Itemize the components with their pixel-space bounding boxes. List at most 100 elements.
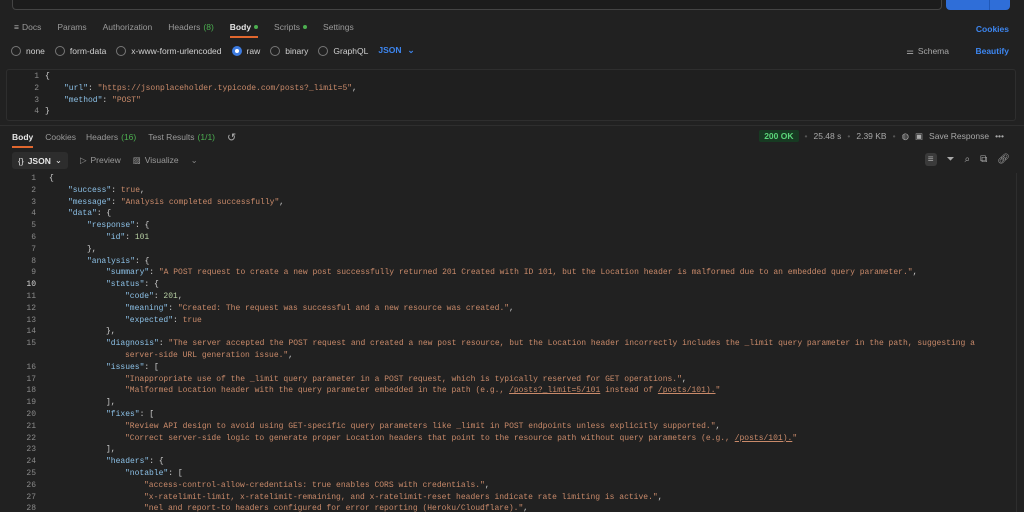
schema-button[interactable]: ⚌ Schema — [906, 46, 949, 57]
tab-docs[interactable]: ≡ Docs — [6, 22, 49, 32]
code-text: }, — [87, 244, 97, 256]
json-punctuation: , — [715, 421, 721, 431]
radio-form-data[interactable]: form-data — [54, 45, 106, 56]
request-body-editor[interactable]: 1{2 "url": "https://jsonplaceholder.typic… — [6, 69, 1016, 121]
radio-binary[interactable]: binary — [270, 45, 308, 56]
tab-authorization[interactable]: Authorization — [95, 22, 161, 32]
filter-icon[interactable]: ⏷ — [947, 154, 955, 165]
code-line: 4 "data": { — [0, 208, 1016, 220]
code-line: 17 "Inappropriate use of the _limit query… — [0, 374, 1016, 386]
line-number: 6 — [31, 232, 36, 242]
code-line: 27 "x-ratelimit-limit, x-ratelimit-remain… — [0, 492, 1016, 504]
line-number: 25 — [26, 468, 36, 478]
json-boolean: true — [182, 315, 202, 325]
beautify-button[interactable]: Beautify — [975, 46, 1009, 56]
radio-none[interactable]: none — [11, 45, 45, 56]
search-icon[interactable]: ⌕ — [965, 154, 971, 165]
code-text: "diagnosis": "The server accepted the PO… — [106, 338, 975, 350]
json-punctuation: : [ — [139, 409, 155, 419]
radio-graphql-label: GraphQL — [333, 45, 369, 56]
radio-binary-circle[interactable] — [270, 45, 281, 56]
json-string: instead of — [600, 386, 658, 396]
line-number: 3 — [31, 197, 36, 207]
wrap-lines-icon[interactable]: ≡ — [924, 153, 937, 166]
visualize-button[interactable]: ▨ Visualize — [133, 155, 179, 166]
scrollbar[interactable] — [1016, 173, 1017, 512]
resp-tab-headers[interactable]: Headers (16) — [80, 132, 142, 142]
json-punctuation: : — [111, 197, 121, 207]
json-punctuation: , — [657, 492, 663, 502]
code-line: 19], — [0, 397, 1016, 409]
code-text: ], — [106, 397, 116, 409]
radio-raw-circle[interactable] — [231, 45, 242, 56]
line-number: 23 — [26, 445, 36, 455]
json-string: "access-control-allow-credentials: true … — [144, 480, 485, 490]
response-actions: ≡ ⏷ ⌕ ⧉ 🔗︎ — [924, 153, 1010, 166]
line-number: 16 — [26, 362, 36, 372]
tab-body-label: Body — [229, 22, 252, 32]
radio-urlencoded[interactable]: x-www-form-urlencoded — [116, 45, 222, 56]
resp-tab-cookies[interactable]: Cookies — [41, 132, 80, 142]
json-string: server-side URL generation issue." — [125, 350, 289, 360]
json-punctuation: , — [140, 185, 145, 195]
status-badge[interactable]: 200 OK — [759, 130, 799, 142]
radio-urlencoded-circle[interactable] — [116, 45, 127, 56]
response-size[interactable]: 2.39 KB — [856, 131, 886, 141]
radio-form-data-circle[interactable] — [54, 45, 65, 56]
json-punctuation: , — [352, 83, 357, 93]
tab-params[interactable]: Params — [49, 22, 94, 32]
panel-divider[interactable] — [0, 125, 1024, 126]
json-link[interactable]: /posts/101). — [658, 386, 716, 395]
json-link[interactable]: /posts/101). — [735, 434, 793, 443]
json-punctuation: : { — [149, 457, 164, 467]
code-line: 2 "url": "https://jsonplaceholder.typicod… — [7, 83, 1015, 95]
resp-tab-tests[interactable]: Test Results (1/1) — [142, 132, 221, 142]
cookies-link[interactable]: Cookies — [976, 24, 1009, 34]
line-number: 13 — [26, 315, 36, 325]
radio-graphql[interactable]: GraphQL — [318, 45, 369, 56]
tab-scripts[interactable]: Scripts — [266, 22, 315, 32]
body-type-selector: none form-data x-www-form-urlencoded raw… — [11, 45, 415, 56]
json-key: "meaning" — [125, 303, 169, 313]
radio-graphql-circle[interactable] — [318, 45, 329, 56]
response-time[interactable]: 25.48 s — [813, 131, 841, 141]
code-text: "access-control-allow-credentials: true … — [144, 480, 490, 492]
save-response-button[interactable]: Save Response — [929, 131, 989, 141]
tab-headers[interactable]: Headers (8) — [160, 22, 222, 32]
response-format-dropdown[interactable]: {} JSON ⌄ — [12, 152, 68, 169]
more-options-icon[interactable]: ••• — [995, 131, 1004, 141]
tab-body[interactable]: Body — [222, 22, 266, 38]
response-body-viewer[interactable]: 1{2 "success": true, 3 "message": "Analysis… — [0, 173, 1016, 512]
response-meta: 200 OK • 25.48 s • 2.39 KB • ◍ ▣ Save Respon… — [759, 130, 1004, 142]
json-link[interactable]: /posts?_limit=5/101 — [509, 386, 600, 395]
json-key: "notable" — [125, 468, 169, 478]
code-line: 9 "summary": "A POST request to create a … — [0, 267, 1016, 279]
line-number: 7 — [31, 244, 36, 254]
radio-raw[interactable]: raw — [231, 45, 261, 56]
send-button[interactable] — [946, 0, 1010, 10]
tab-settings[interactable]: Settings — [315, 22, 362, 32]
radio-raw-label: raw — [246, 45, 261, 56]
code-text: "fixes": [ — [106, 409, 154, 421]
format-dropdown[interactable]: JSON ⌄ — [378, 45, 414, 56]
line-number: 1 — [31, 174, 36, 183]
preview-button[interactable]: ▷ Preview — [80, 155, 121, 166]
line-number: 24 — [26, 457, 36, 467]
code-line: 5 "response": { — [0, 220, 1016, 232]
radio-none-circle[interactable] — [11, 45, 21, 56]
chevron-down-icon[interactable]: ⌄ — [191, 155, 198, 166]
json-punctuation: : — [88, 83, 98, 93]
copy-icon[interactable]: ⧉ — [980, 154, 987, 165]
code-line: 15 "diagnosis": "The server accepted the … — [0, 338, 1016, 350]
history-icon[interactable]: ↺ — [227, 131, 236, 144]
code-line: 28 "nel and report-to headers configured … — [0, 503, 1016, 512]
globe-lock-icon[interactable]: ◍ — [902, 131, 909, 142]
json-string: " — [792, 433, 798, 443]
json-punctuation: : { — [144, 280, 159, 290]
resp-tab-body[interactable]: Body — [4, 132, 41, 148]
link-icon[interactable]: 🔗︎ — [997, 154, 1010, 165]
json-punctuation: : [ — [168, 468, 183, 478]
url-input[interactable] — [12, 0, 942, 10]
play-icon: ▷ — [79, 155, 87, 165]
line-number: 8 — [31, 256, 36, 266]
